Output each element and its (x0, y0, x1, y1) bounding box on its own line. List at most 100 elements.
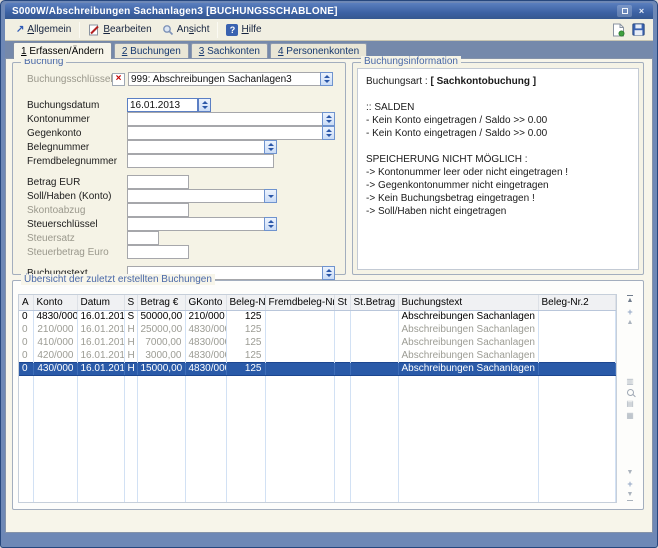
steuerbetrag-field[interactable] (127, 245, 189, 259)
move-row-up-icon[interactable]: ▲ (627, 319, 634, 327)
restore-icon (622, 8, 628, 14)
goto-first-row-icon[interactable]: ▲ (627, 295, 634, 305)
salden-heading: :: SALDEN (366, 101, 630, 114)
tab-buchungen[interactable]: 2 Buchungen (114, 43, 189, 58)
spinner-buttons[interactable] (264, 217, 277, 231)
kontonummer-combo[interactable] (127, 112, 335, 126)
magnifier-icon (162, 24, 174, 36)
column-header[interactable]: S (124, 295, 137, 310)
table-cell (334, 349, 350, 362)
menu-allgemein-label: Allgemein (27, 24, 71, 35)
table-cell (334, 336, 350, 349)
column-header[interactable]: Betrag € (137, 295, 185, 310)
table-cell: 210/000 (185, 310, 226, 323)
dropdown-arrow-button[interactable] (264, 189, 277, 203)
table-cell: 15000,00 (137, 362, 185, 375)
new-template-button[interactable] (609, 21, 627, 39)
table-row[interactable]: 0420/00016.01.2013H3000,004830/000125Abs… (19, 349, 616, 362)
steuerschluessel-field[interactable] (127, 217, 264, 231)
soll-haben-field[interactable] (127, 189, 264, 203)
table-cell: 420/000 (33, 349, 77, 362)
column-header[interactable]: St.Betrag € (350, 295, 398, 310)
table-cell: 50000,00 (137, 310, 185, 323)
table-cell: 16.01.2013 (77, 349, 124, 362)
menu-bearbeiten[interactable]: Bearbeiten (83, 21, 156, 39)
fremdbelegnummer-field[interactable] (127, 154, 274, 168)
tab-erfassen-aendern[interactable]: 1 Erfassen/Ändern (13, 42, 112, 59)
table-cell: Abschreibungen Sachanlagen (398, 323, 538, 336)
table-cell (350, 349, 398, 362)
table-cell: 0 (19, 362, 33, 375)
table-cell: 410/000 (33, 336, 77, 349)
skontoabzug-field[interactable] (127, 203, 189, 217)
spinner-buttons[interactable] (322, 112, 335, 126)
table-cell (265, 362, 334, 375)
belegnummer-combo[interactable] (127, 140, 190, 154)
uebersicht-group-title: Übersicht der zuletzt erstellten Buchung… (21, 274, 215, 285)
column-header[interactable]: Fremdbeleg-Nr. (265, 295, 334, 310)
table-cell: 4830/000 (185, 336, 226, 349)
clear-key-button[interactable]: × (112, 73, 125, 86)
tab-personenkonten[interactable]: 4 Personenkonten (270, 43, 367, 58)
table-cell: 16.01.2013 (77, 310, 124, 323)
insert-row-above-icon[interactable]: + (627, 308, 632, 316)
column-header[interactable]: A (19, 295, 33, 310)
column-header[interactable]: Beleg-Nr. (226, 295, 265, 310)
column-header[interactable]: Beleg-Nr.2 (538, 295, 616, 310)
table-row[interactable]: 0210/00016.01.2013H25000,004830/000125Ab… (19, 323, 616, 336)
belegnummer-label: Belegnummer (27, 142, 127, 153)
table-cell: 16.01.2013 (77, 362, 124, 375)
betrag-field[interactable] (127, 175, 189, 189)
table-cell: 4830/000 (185, 323, 226, 336)
table-row[interactable]: 04830/00016.01.2013S50000,00210/000125Ab… (19, 310, 616, 323)
soll-haben-combo[interactable] (127, 189, 189, 203)
table-row[interactable]: 0430/00016.01.2013H15000,004830/000125Ab… (19, 362, 616, 375)
buchungsdatum-field[interactable] (127, 98, 198, 112)
summary-icon[interactable]: ▤ (626, 399, 634, 408)
table-cell: 16.01.2013 (77, 323, 124, 336)
table-row[interactable]: 0410/00016.01.2013H7000,004830/000125Abs… (19, 336, 616, 349)
columns-icon[interactable]: ▥ (626, 377, 634, 386)
arrow-up-right-icon: ↗ (16, 24, 24, 35)
steuerbetrag-label: Steuerbetrag Euro (27, 247, 127, 258)
spinner-buttons[interactable] (322, 266, 335, 280)
error-line: -> Gegenkontonummer nicht eingetragen (366, 179, 630, 192)
window-title: S000W/Abschreibungen Sachanlagen3 [BUCHU… (12, 6, 615, 17)
kontonummer-field[interactable] (127, 112, 322, 126)
menu-allgemein[interactable]: ↗ Allgemein (11, 21, 76, 39)
belegnummer-field[interactable] (127, 140, 264, 154)
search-icon[interactable] (627, 389, 634, 396)
gegenkonto-row: Gegenkonto (27, 126, 335, 140)
column-header[interactable]: Buchungstext (398, 295, 538, 310)
column-header[interactable]: Konto (33, 295, 77, 310)
insert-row-below-icon[interactable]: + (627, 480, 632, 488)
menu-ansicht[interactable]: Ansicht (157, 21, 215, 39)
spinner-buttons[interactable] (264, 140, 277, 154)
spinner-buttons[interactable] (322, 126, 335, 140)
move-row-down-icon[interactable]: ▼ (627, 469, 634, 477)
goto-last-row-icon[interactable]: ▼ (627, 491, 634, 501)
table-cell: H (124, 323, 137, 336)
spinner-buttons[interactable] (320, 72, 333, 86)
menu-hilfe[interactable]: ? Hilfe (221, 21, 266, 39)
filter-icon[interactable]: ▦ (626, 411, 634, 420)
close-button[interactable]: × (634, 5, 649, 17)
buchungsschluessel-value[interactable]: 999: Abschreibungen Sachanlagen3 (128, 72, 320, 86)
table-cell: 3000,00 (137, 349, 185, 362)
restore-button[interactable] (617, 5, 632, 17)
gegenkonto-field[interactable] (127, 126, 322, 140)
tab-sachkonten[interactable]: 3 Sachkonten (191, 43, 268, 58)
column-header[interactable]: GKonto (185, 295, 226, 310)
buchungsschluessel-combo[interactable]: 999: Abschreibungen Sachanlagen3 (128, 72, 333, 86)
spinner-buttons[interactable] (198, 98, 211, 112)
menubar: ↗ Allgemein Bearbeiten Ansicht ? Hilfe (5, 19, 653, 41)
steuersatz-field[interactable] (127, 231, 159, 245)
table-cell: 210/000 (33, 323, 77, 336)
saldo-line: - Kein Konto eingetragen / Saldo >> 0.00 (366, 114, 630, 127)
steuerschluessel-combo[interactable] (127, 217, 190, 231)
save-button[interactable] (629, 21, 647, 39)
column-header[interactable]: St (334, 295, 350, 310)
gegenkonto-combo[interactable] (127, 126, 335, 140)
column-header[interactable]: Datum (77, 295, 124, 310)
table-cell (265, 349, 334, 362)
